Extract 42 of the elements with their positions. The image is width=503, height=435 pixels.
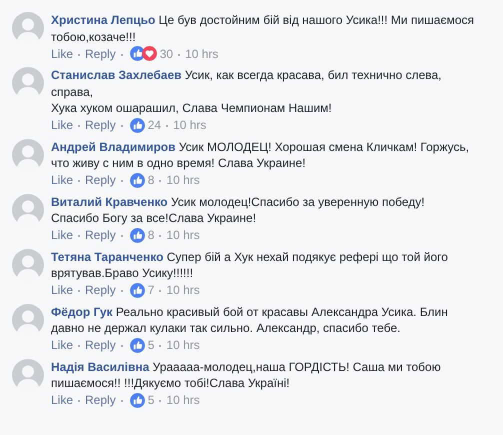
- timestamp-link[interactable]: 10 hrs: [185, 46, 218, 60]
- action-link[interactable]: Reply: [85, 118, 116, 132]
- comment-text: Андрей Владимиров Усик МОЛОДЕЦ! Хорошая смена Кличкам! Горжусь, что живу с ним в одно время! Слава Украине!: [51, 138, 470, 172]
- reaction-count: 30: [160, 46, 174, 60]
- reaction-count: 5: [148, 338, 154, 352]
- action-link[interactable]: Reply: [85, 338, 116, 352]
- comment-text: Тетяна Таранченко Супер бій а Хук нехай подякує рефері що той його врятував.Браво Усику!!!!!!: [51, 248, 449, 282]
- action-link[interactable]: Like: [51, 118, 74, 132]
- comment-text: Станислав Захлебаев Усик, как всегда красава, бил технично слева, справа, Хука хуком ошарашил, Слава Чемпионам Нашим!: [51, 67, 443, 116]
- action-link[interactable]: Reply: [85, 228, 116, 242]
- author-link[interactable]: Виталий Кравченко: [51, 194, 168, 208]
- comment-text: Фёдор Гук Реально красивый бой от красавы Александра Усика. Блин давно не держал кулаки так сильно. Александр, спасибо тебе.: [51, 304, 449, 336]
- author-link[interactable]: Христина Лепцьо: [51, 13, 156, 27]
- action-link[interactable]: Like: [51, 173, 74, 187]
- reaction-count: 8: [148, 173, 154, 187]
- timestamp-link[interactable]: 10 hrs: [166, 173, 200, 187]
- reaction-count: 7: [148, 283, 154, 297]
- timestamp-link[interactable]: 10 hrs: [166, 393, 200, 407]
- comment-text: Христина Лепцьо Це був достойним бій від нашого Усика!!! Ми пишаємося тобою,козаче!!!: [51, 12, 476, 45]
- timestamp-link[interactable]: 10 hrs: [166, 283, 200, 297]
- action-link[interactable]: Reply: [85, 393, 116, 407]
- action-link[interactable]: Reply: [85, 283, 116, 297]
- action-link[interactable]: Reply: [85, 46, 116, 60]
- action-link[interactable]: Like: [51, 46, 74, 60]
- timestamp-link[interactable]: 10 hrs: [166, 228, 200, 242]
- comment-text: Надія Василівна Урааааа-молодец,наша ГОРДІСТЬ! Саша ми тобою пишаємося!! !!!Дякуємо тобі!Слава Україні!: [51, 358, 442, 392]
- reaction-count: 5: [148, 393, 154, 407]
- comment-text: Виталий Кравченко Усик молодец!Спасибо за уверенную победу! Спасибо Богу за все!Слава Украине!: [51, 194, 426, 226]
- action-link[interactable]: Like: [51, 283, 74, 297]
- reaction-count: 24: [148, 118, 162, 132]
- author-link[interactable]: Андрей Владимиров: [51, 140, 176, 154]
- timestamp-link[interactable]: 10 hrs: [173, 118, 206, 132]
- author-link[interactable]: Надія Василівна: [51, 360, 150, 374]
- author-link[interactable]: Станислав Захлебаев: [51, 68, 182, 82]
- author-link[interactable]: Тетяна Таранченко: [51, 250, 164, 264]
- action-link[interactable]: Like: [51, 393, 74, 407]
- reaction-count: 8: [148, 228, 154, 242]
- action-link[interactable]: Reply: [85, 173, 116, 187]
- timestamp-link[interactable]: 10 hrs: [166, 338, 200, 352]
- action-link[interactable]: Like: [51, 228, 74, 242]
- action-link[interactable]: Like: [51, 338, 74, 352]
- author-link[interactable]: Фёдор Гук: [51, 304, 113, 318]
